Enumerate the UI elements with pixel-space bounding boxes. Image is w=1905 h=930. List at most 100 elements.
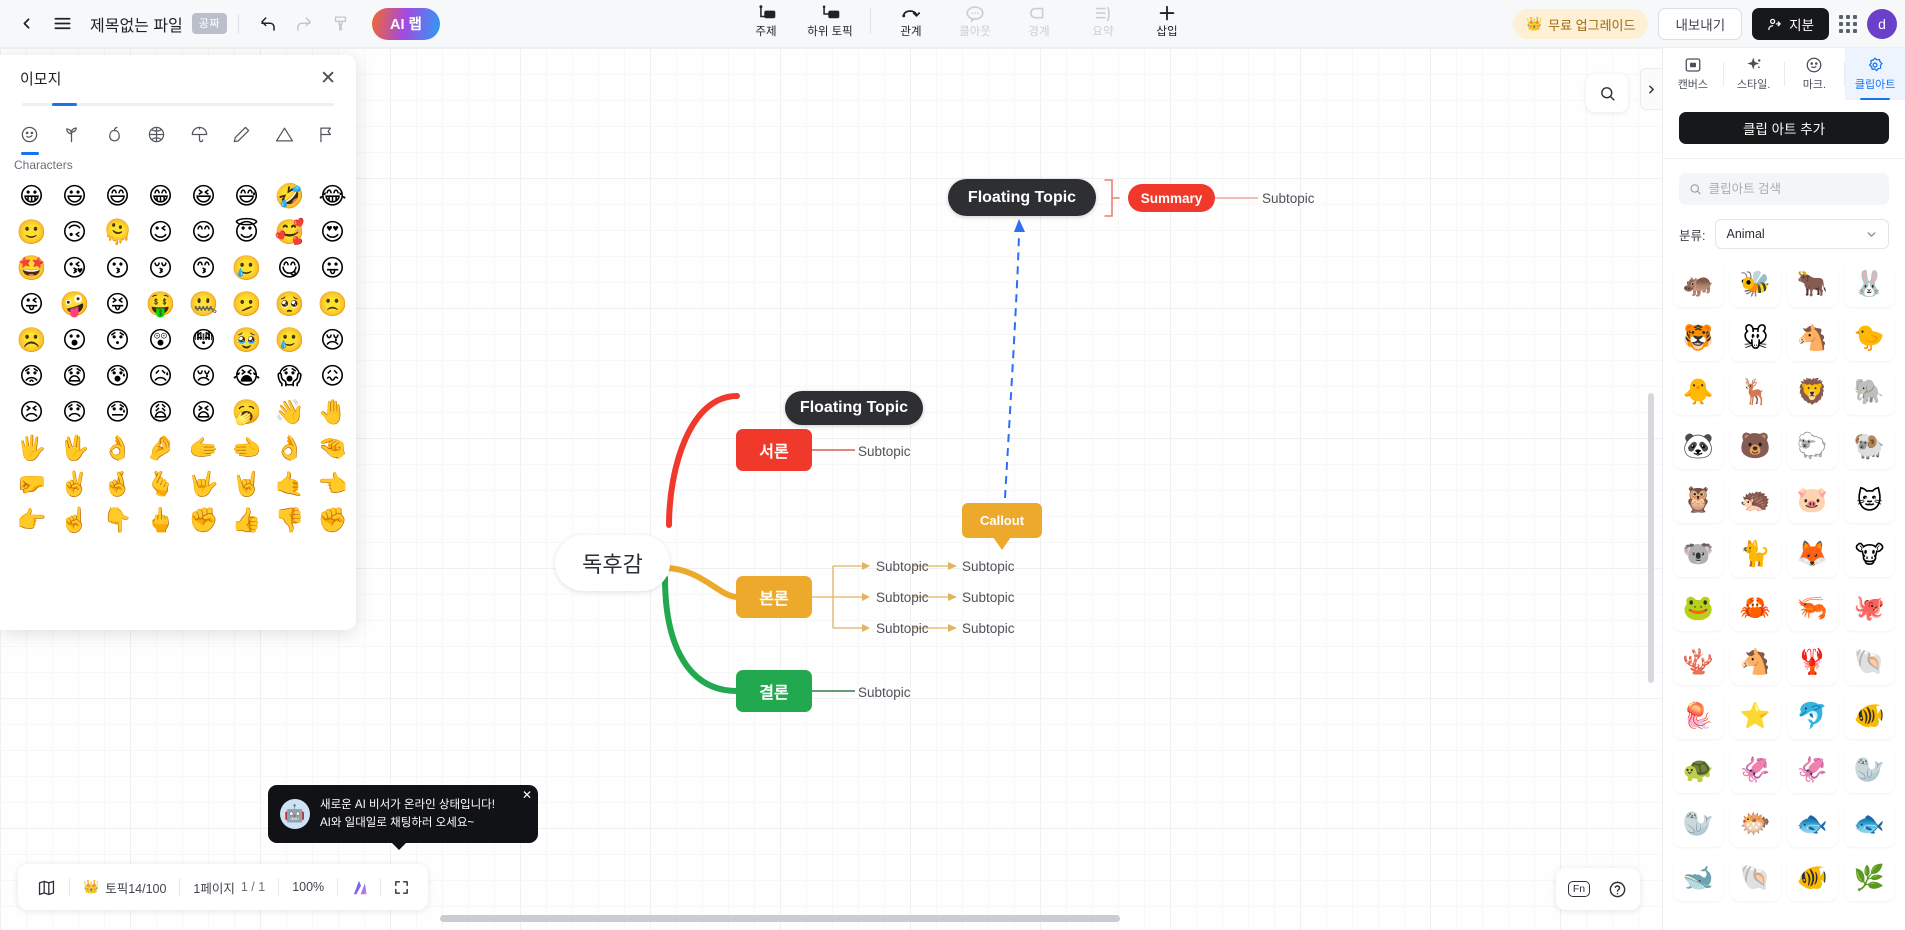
emoji-item[interactable]: 😲 [139, 322, 182, 358]
emoji-item[interactable]: 😓 [96, 394, 139, 430]
emoji-item[interactable]: 👋 [268, 394, 311, 430]
node-body-sub-3-l1[interactable]: Subtopic [852, 618, 932, 638]
clipart-item[interactable]: 🐥 [1673, 369, 1724, 415]
emoji-item[interactable]: 😗 [96, 250, 139, 286]
clipart-item[interactable]: 🦛 [1673, 261, 1724, 307]
node-branch-body[interactable]: 본론 [736, 576, 812, 618]
emoji-item[interactable]: 🫱 [182, 430, 225, 466]
emoji-item[interactable]: ✌️ [53, 466, 96, 502]
clipart-item[interactable]: 🐚 [1730, 855, 1781, 901]
emoji-item[interactable]: 😚 [139, 250, 182, 286]
emoji-item[interactable]: ✊ [311, 502, 354, 538]
tool-subtopic[interactable]: 하위 토픽 [799, 0, 861, 39]
back-button[interactable] [8, 6, 44, 42]
emoji-item[interactable]: 😉 [139, 214, 182, 250]
tool-topic[interactable]: 주제 [735, 0, 797, 39]
emoji-item[interactable]: 🤣 [268, 178, 311, 214]
clipart-item[interactable]: 🐮 [1844, 531, 1895, 577]
emoji-item[interactable]: 😞 [53, 394, 96, 430]
emoji-item[interactable]: 😥 [139, 358, 182, 394]
share-button[interactable]: 지분 [1752, 8, 1829, 40]
clipart-item[interactable]: 🐼 [1673, 423, 1724, 469]
emoji-item[interactable]: ☹️ [10, 322, 53, 358]
clipart-item[interactable]: 🦭 [1844, 747, 1895, 793]
clipart-item[interactable]: 🐝 [1730, 261, 1781, 307]
node-central-topic[interactable]: 독후감 [555, 535, 670, 591]
emoji-item[interactable]: 😇 [225, 214, 268, 250]
emoji-item[interactable]: 🫲 [225, 430, 268, 466]
clipart-item[interactable]: 🐟 [1844, 801, 1895, 847]
emoji-item[interactable]: 🤐 [182, 286, 225, 322]
tab-marker[interactable]: 마크. [1785, 48, 1845, 100]
emoji-item[interactable]: 🥹 [225, 322, 268, 358]
help-button[interactable] [1600, 872, 1634, 906]
tab-canvas[interactable]: 캔버스 [1663, 48, 1723, 100]
clipart-item[interactable]: 🐤 [1844, 315, 1895, 361]
redo-button[interactable] [286, 6, 322, 42]
emoji-item[interactable]: 👈 [311, 466, 354, 502]
node-conclusion-subtopic[interactable]: Subtopic [858, 682, 938, 702]
clipart-item[interactable]: 🐬 [1787, 693, 1838, 739]
clipart-item[interactable]: 🌿 [1844, 855, 1895, 901]
zoom-level[interactable]: 100% [279, 864, 337, 910]
avatar[interactable]: d [1867, 9, 1897, 39]
emoji-item[interactable]: 🖕 [139, 502, 182, 538]
emoji-grid[interactable]: 😀 😃 😄 😁 😆 😅 🤣 😂 🙂 🙃 🫠 😉 😊 😇 🥰 😍 🤩 😘 😗 😚 😙 🥲 😋 😛 😜 🤪 😝 🤑 🤐 🫤 🥺 🙁 ☹️ 😮 😯 😲 😳 🥹 🥲… [0, 174, 356, 630]
clipart-item[interactable]: 🦀 [1730, 585, 1781, 631]
emoji-item[interactable]: 😛 [311, 250, 354, 286]
emoji-item[interactable]: 🫤 [225, 286, 268, 322]
clipart-search-box[interactable] [1679, 173, 1889, 205]
vertical-scrollbar[interactable] [1648, 393, 1654, 683]
clipart-item[interactable]: 🦉 [1673, 477, 1724, 523]
emoji-item[interactable]: 😢 [311, 322, 354, 358]
node-body-sub-3-l2[interactable]: Subtopic [962, 618, 1042, 638]
pencil-object-icon[interactable] [221, 116, 264, 152]
tab-clipart[interactable]: 클립아트 [1845, 48, 1905, 100]
plant-sprout-icon[interactable] [51, 116, 94, 152]
emoji-item[interactable]: 😃 [53, 178, 96, 214]
emoji-item[interactable]: 🖐️ [10, 430, 53, 466]
clipart-item[interactable]: 🦐 [1787, 585, 1838, 631]
emoji-item[interactable]: 😜 [10, 286, 53, 322]
clipart-item[interactable]: 🐏 [1844, 423, 1895, 469]
clipart-item[interactable]: 🐴 [1730, 639, 1781, 685]
add-clipart-button[interactable]: 클립 아트 추가 [1679, 112, 1889, 144]
tab-style[interactable]: 스타일. [1724, 48, 1784, 100]
emoji-item[interactable]: 🥰 [268, 214, 311, 250]
close-icon[interactable]: ✕ [320, 69, 336, 88]
export-button[interactable]: 내보내기 [1658, 8, 1743, 40]
fullscreen-button[interactable] [381, 864, 422, 910]
emoji-item[interactable]: 🥲 [268, 322, 311, 358]
clipart-item[interactable]: 🐨 [1673, 531, 1724, 577]
clipart-item[interactable]: 🐑 [1787, 423, 1838, 469]
emoji-item[interactable]: 🖖 [53, 430, 96, 466]
horizontal-scrollbar[interactable] [440, 915, 1120, 922]
node-body-sub-2-l2[interactable]: Subtopic [962, 587, 1042, 607]
emoji-item[interactable]: 🤛 [10, 466, 53, 502]
emoji-item[interactable]: 😙 [182, 250, 225, 286]
clipart-item[interactable]: 🐸 [1673, 585, 1724, 631]
emoji-item[interactable]: 😂 [311, 178, 354, 214]
emoji-item[interactable]: 😝 [96, 286, 139, 322]
node-branch-conclusion[interactable]: 결론 [736, 670, 812, 712]
theme-button[interactable] [338, 864, 380, 910]
node-summary[interactable]: Summary [1128, 184, 1215, 212]
apple-food-icon[interactable] [93, 116, 136, 152]
clipart-category-select[interactable]: Animal [1715, 219, 1889, 249]
clipart-item[interactable]: 🐴 [1787, 315, 1838, 361]
node-intro-subtopic[interactable]: Subtopic [858, 441, 938, 461]
node-summary-subtopic[interactable]: Subtopic [1262, 188, 1342, 208]
tool-insert[interactable]: 삽입 [1136, 0, 1198, 39]
smiley-face-icon[interactable] [8, 116, 51, 155]
clipart-item[interactable]: 🪸 [1673, 639, 1724, 685]
emoji-item[interactable]: 😳 [182, 322, 225, 358]
clipart-item[interactable]: 🪼 [1673, 693, 1724, 739]
tool-summary[interactable]: 요약 [1072, 0, 1134, 39]
emoji-item[interactable]: 😘 [53, 250, 96, 286]
node-branch-intro[interactable]: 서론 [736, 429, 812, 471]
node-body-sub-1-l2[interactable]: Subtopic [962, 556, 1042, 576]
emoji-item[interactable]: 🫰 [139, 466, 182, 502]
emoji-item[interactable]: 🤪 [53, 286, 96, 322]
clipart-grid[interactable]: 🦛 🐝 🐂 🐰 🐯 🐭 🐴 🐤 🐥 🦌 🦁 🐘 🐼 🐻 🐑 🐏 🦉 🦔 🐷 🐱 🐨 🐈 🦊 🐮 🐸 🦀 🦐 🐙 🪸 🐴 🦞 🐚 🪼 ⭐ 🐬 🐠 🐢 🦑 🦑 🦭… [1673, 261, 1895, 901]
tool-relationship[interactable]: 관계 [880, 0, 942, 39]
